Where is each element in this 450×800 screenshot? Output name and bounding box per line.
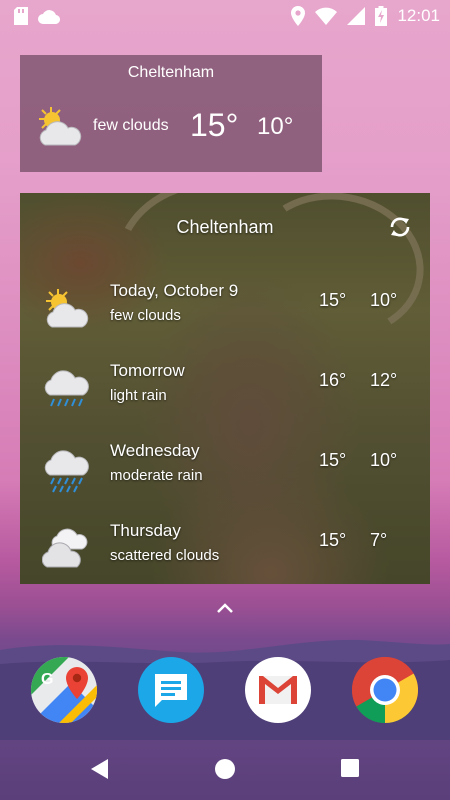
scattered-clouds-icon bbox=[42, 528, 88, 568]
sd-card-icon bbox=[14, 7, 28, 25]
forecast-high: 15° bbox=[319, 530, 347, 550]
city-label: Cheltenham bbox=[127, 64, 215, 81]
messages-app-icon[interactable] bbox=[138, 657, 204, 723]
city-label: Cheltenham bbox=[176, 217, 274, 237]
signal-icon bbox=[347, 7, 366, 25]
forecast-description: scattered clouds bbox=[110, 547, 220, 564]
forecast-day: Tomorrow bbox=[110, 361, 185, 380]
weather-description: few clouds bbox=[93, 117, 169, 134]
forecast-low: 10° bbox=[370, 290, 398, 310]
svg-text:G: G bbox=[41, 671, 53, 688]
forecast-widget[interactable]: Cheltenham Today, October 9 few clouds 1… bbox=[20, 193, 430, 584]
few-clouds-icon bbox=[39, 107, 82, 146]
forecast-day: Wednesday bbox=[110, 441, 200, 460]
navigation-bar bbox=[0, 740, 450, 800]
low-temperature: 10° bbox=[257, 113, 294, 140]
forecast-day: Thursday bbox=[110, 521, 181, 540]
few-clouds-icon bbox=[46, 289, 89, 328]
gmail-app-icon[interactable] bbox=[245, 657, 311, 723]
weather-cloud-icon bbox=[38, 10, 60, 24]
forecast-high: 15° bbox=[319, 290, 347, 310]
forecast-description: few clouds bbox=[110, 307, 181, 324]
high-temperature: 15° bbox=[190, 107, 239, 143]
recents-icon[interactable] bbox=[340, 758, 360, 778]
forecast-row: Tomorrow light rain 16° 12° bbox=[20, 355, 430, 435]
moderate-rain-icon bbox=[44, 450, 89, 493]
refresh-icon[interactable] bbox=[388, 215, 412, 239]
battery-charging-icon bbox=[375, 6, 388, 26]
location-icon bbox=[291, 6, 306, 26]
forecast-day: Today, October 9 bbox=[110, 281, 239, 300]
light-rain-icon bbox=[44, 370, 89, 407]
maps-app-icon[interactable]: G bbox=[31, 657, 97, 723]
current-weather-widget[interactable]: Cheltenham few clouds 15° 10° bbox=[20, 55, 322, 172]
clock: 12:01 bbox=[397, 6, 440, 25]
wifi-icon bbox=[315, 7, 338, 25]
forecast-high: 15° bbox=[319, 450, 347, 470]
forecast-high: 16° bbox=[319, 370, 347, 390]
back-icon[interactable] bbox=[90, 758, 110, 780]
forecast-description: light rain bbox=[110, 387, 167, 404]
forecast-low: 12° bbox=[370, 370, 398, 390]
forecast-low: 10° bbox=[370, 450, 398, 470]
status-bar: 12:01 bbox=[0, 0, 450, 32]
home-icon[interactable] bbox=[214, 758, 236, 780]
forecast-row: Thursday scattered clouds 15° 7° bbox=[20, 515, 430, 584]
forecast-description: moderate rain bbox=[110, 467, 203, 484]
forecast-low: 7° bbox=[370, 530, 388, 550]
forecast-row: Today, October 9 few clouds 15° 10° bbox=[20, 275, 430, 355]
chrome-app-icon[interactable] bbox=[351, 657, 419, 724]
forecast-row: Wednesday moderate rain 15° 10° bbox=[20, 435, 430, 515]
app-drawer-chevron-up-icon[interactable] bbox=[213, 600, 237, 616]
